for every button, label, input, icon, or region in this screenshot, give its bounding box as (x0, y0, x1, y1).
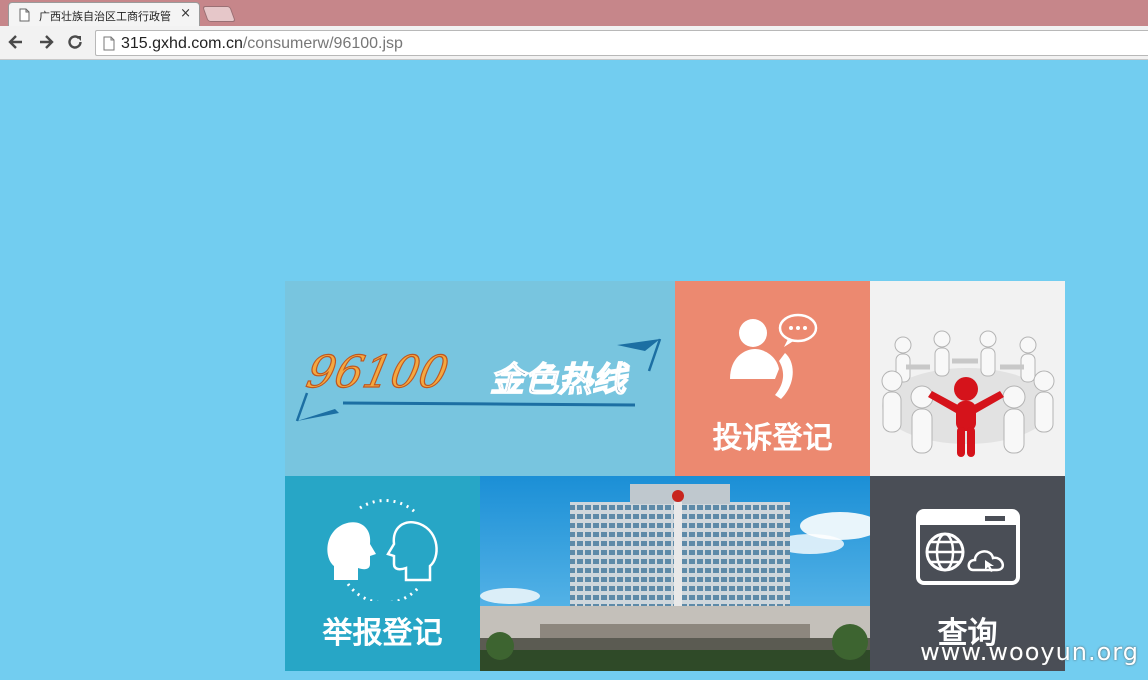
complaint-registration-tile[interactable]: 投诉登记 (675, 281, 870, 476)
reload-icon[interactable] (65, 32, 85, 52)
tab-title: 广西壮族自治区工商行政管 (39, 10, 171, 23)
tab-strip: 广西壮族自治区工商行政管 × (0, 0, 1148, 26)
watermark-text: www.wooyun.org (920, 638, 1139, 666)
people-circle-image (870, 281, 1065, 476)
address-bar[interactable]: 315.gxhd.com.cn/consumerw/96100.jsp (95, 30, 1148, 56)
close-tab-icon[interactable]: × (180, 6, 191, 21)
new-tab-button[interactable] (202, 6, 236, 22)
browser-toolbar: 315.gxhd.com.cn/consumerw/96100.jsp (0, 26, 1148, 60)
globe-cloud-window-icon (916, 509, 1020, 585)
page-icon (103, 36, 115, 51)
url-host: 315.gxhd.com.cn (121, 35, 243, 52)
back-arrow-icon[interactable] (6, 32, 26, 52)
hotline-slogan: 金色热线 (490, 360, 630, 400)
chat-phone-icon (730, 313, 818, 399)
report-registration-tile[interactable]: 举报登记 (285, 476, 480, 671)
browser-tab[interactable]: 广西壮族自治区工商行政管 × (8, 2, 200, 26)
report-label: 举报登记 (322, 616, 443, 651)
forward-arrow-icon[interactable] (36, 32, 56, 52)
url-path: /consumerw/96100.jsp (242, 35, 403, 52)
url-text: 315.gxhd.com.cn/consumerw/96100.jsp (121, 35, 403, 53)
hotline-logo: 96100 金色热线 (295, 338, 662, 422)
government-building-photo (480, 476, 870, 671)
document-icon (19, 8, 30, 22)
complaint-label: 投诉登记 (712, 421, 833, 456)
two-heads-icon (327, 498, 438, 601)
hotline-logo-tile: 96100 金色热线 (285, 281, 675, 476)
hotline-number: 96100 (302, 347, 453, 397)
